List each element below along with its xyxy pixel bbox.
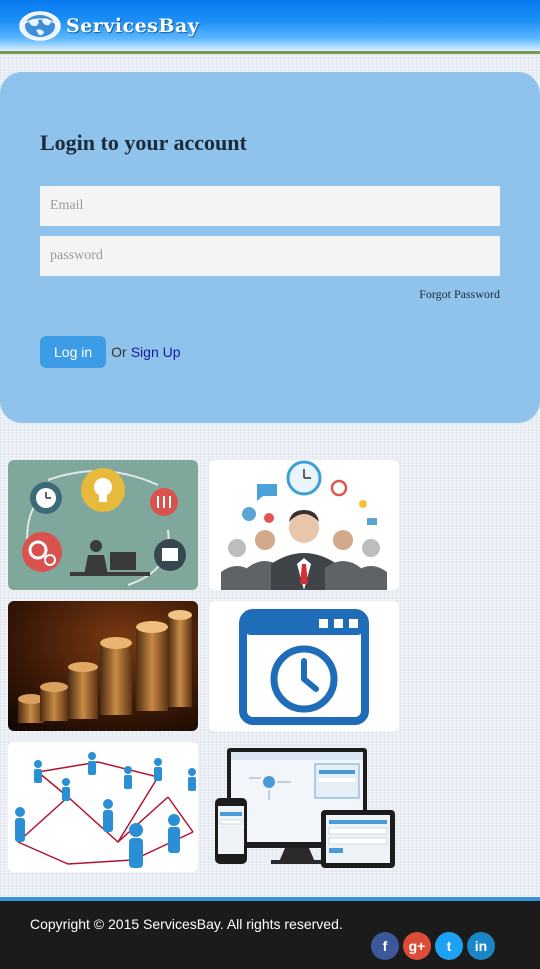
signup-link[interactable]: Sign Up <box>131 344 181 360</box>
login-title: Login to your account <box>40 130 247 155</box>
email-field[interactable] <box>40 186 500 226</box>
business-team-illustration[interactable] <box>209 460 399 590</box>
brand-logo[interactable]: ServicesBay <box>18 10 199 42</box>
clock-window-icon[interactable] <box>209 601 399 731</box>
login-button[interactable]: Log in <box>40 336 107 368</box>
or-text: Or <box>111 344 127 360</box>
forgot-password-link[interactable]: Forgot Password <box>419 287 500 302</box>
linkedin-icon[interactable]: in <box>467 932 495 960</box>
password-field[interactable] <box>40 236 500 276</box>
facebook-icon[interactable]: f <box>371 932 399 960</box>
brand-name: ServicesBay <box>66 15 200 37</box>
people-network-illustration[interactable] <box>8 742 198 872</box>
copyright-text: Copyright © 2015 ServicesBay. All rights… <box>30 916 343 932</box>
multi-device-screens[interactable] <box>209 742 399 872</box>
social-links: f g+ t in <box>371 932 499 960</box>
workflow-idea-illustration[interactable] <box>8 460 198 590</box>
google-plus-icon[interactable]: g+ <box>403 932 431 960</box>
coin-stacks-photo[interactable] <box>8 601 198 731</box>
login-actions: Log in Or Sign Up <box>40 336 181 368</box>
twitter-icon[interactable]: t <box>435 932 463 960</box>
top-header: ServicesBay <box>0 0 540 54</box>
login-panel: Login to your account Forgot Password Lo… <box>0 72 540 423</box>
page-footer: Copyright © 2015 ServicesBay. All rights… <box>0 897 540 969</box>
globe-logo-icon <box>19 11 61 41</box>
